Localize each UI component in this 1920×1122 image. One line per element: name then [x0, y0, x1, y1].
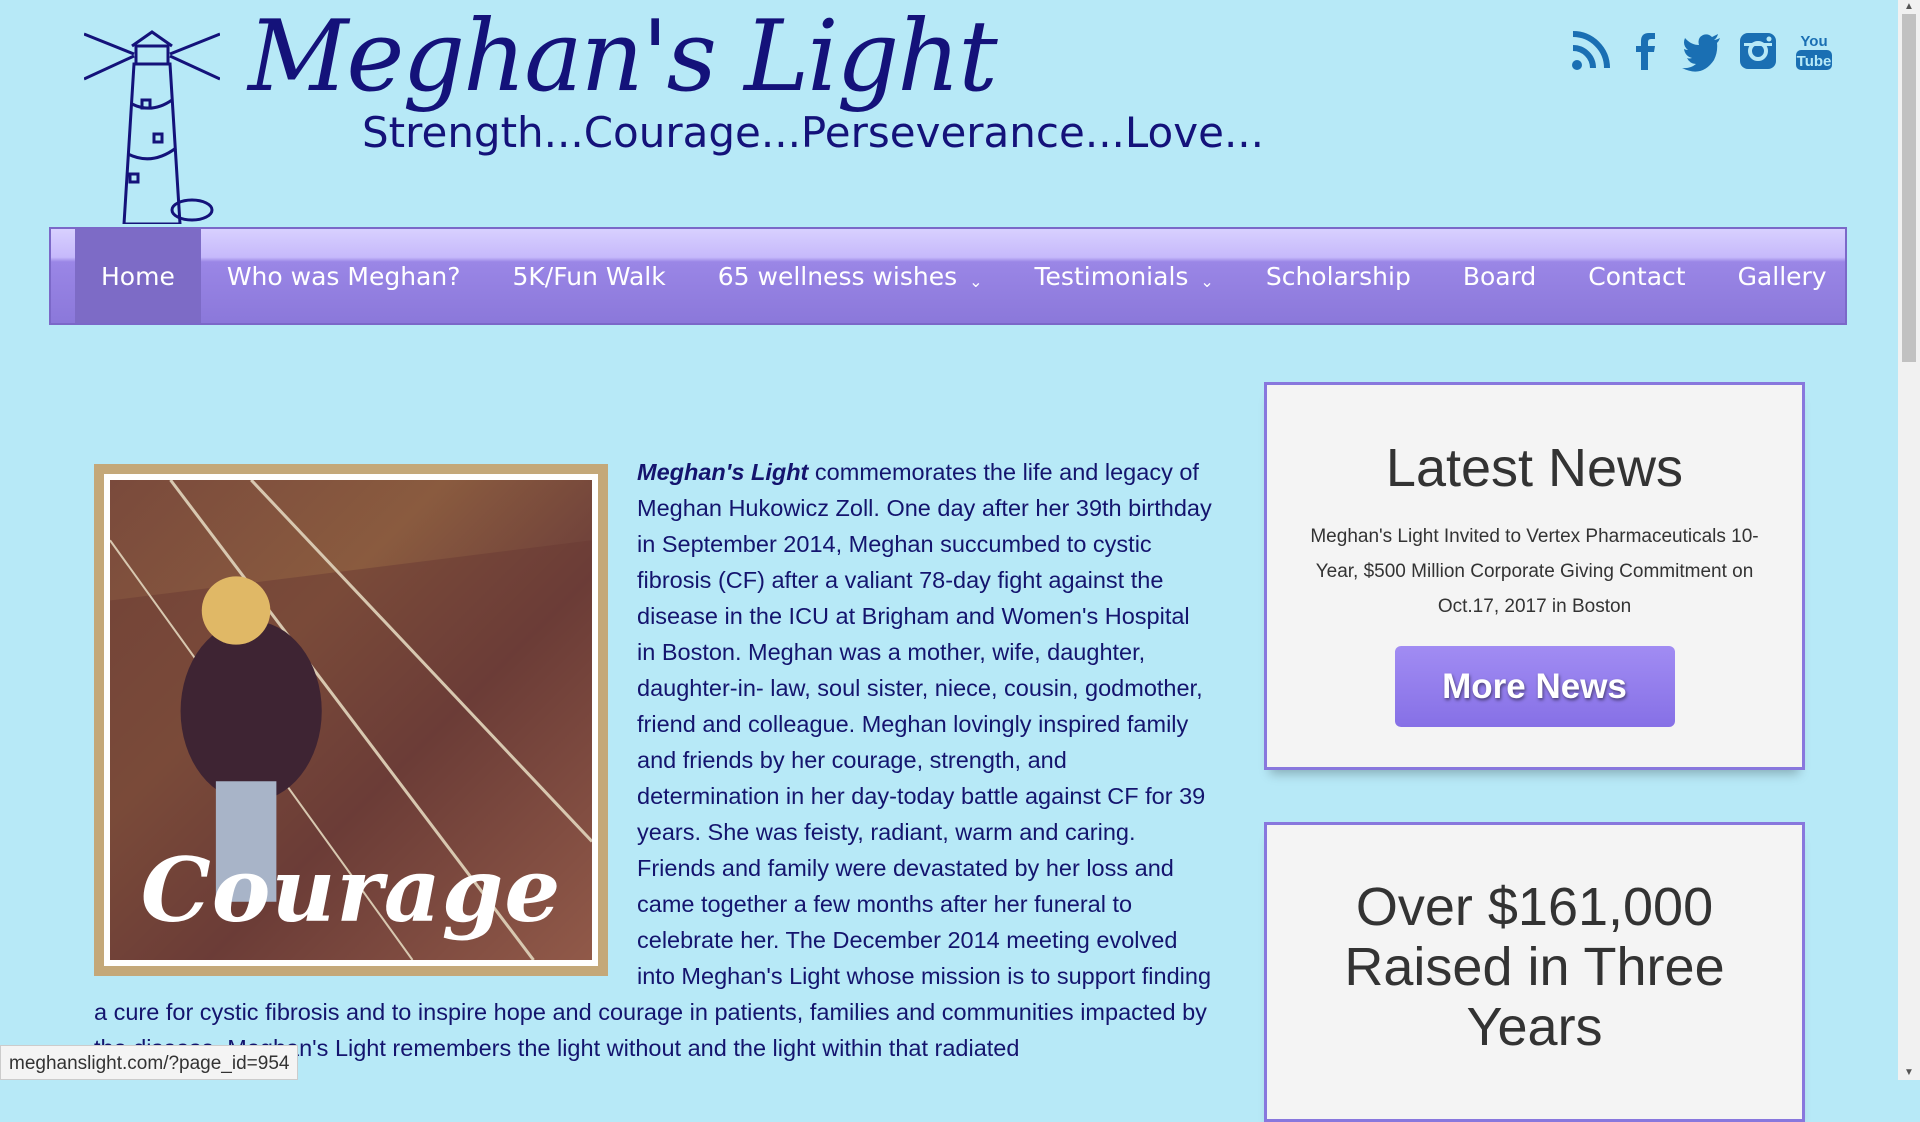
nav-item-label: Testimonials	[1034, 261, 1189, 291]
svg-text:Tube: Tube	[1797, 53, 1832, 70]
funds-raised-title: Over $161,000 Raised in Three Years	[1344, 877, 1725, 1057]
nav-item-label: Contact	[1588, 261, 1686, 291]
chevron-down-icon: ⌄	[969, 271, 983, 291]
instagram-icon[interactable]	[1738, 30, 1778, 72]
nav-item-label: 5K/Fun Walk	[512, 261, 666, 291]
nav-item-contact[interactable]: Contact	[1562, 229, 1711, 323]
nav-item-wellness-wishes[interactable]: 65 wellness wishes ⌄	[692, 229, 1009, 323]
facebook-icon[interactable]	[1626, 30, 1666, 72]
nav-item-label: Gallery	[1737, 261, 1827, 291]
status-bar-url: meghanslight.com/?page_id=954	[0, 1045, 299, 1080]
latest-news-box: Latest News Meghan's Light Invited to Ve…	[1264, 382, 1805, 770]
nav-item-label: 65 wellness wishes	[717, 261, 958, 291]
intro-article: Meghan's Light commemorates the life and…	[94, 454, 1214, 1066]
nav-item-who-was-meghan[interactable]: Who was Meghan?	[201, 229, 487, 323]
nav-item-gallery[interactable]: Gallery	[1712, 229, 1853, 323]
chevron-down-icon: ⌄	[1200, 271, 1214, 291]
nav-item-testimonials[interactable]: Testimonials ⌄	[1009, 229, 1240, 323]
main-nav: Home Who was Meghan? 5K/Fun Walk 65 well…	[49, 227, 1847, 325]
funds-raised-box: Over $161,000 Raised in Three Years	[1264, 822, 1805, 1122]
latest-news-title: Latest News	[1385, 438, 1684, 498]
site-tagline: Strength...Courage...Perseverance...Love…	[362, 108, 1264, 157]
page-scrollbar[interactable]: ▲ ▼	[1898, 0, 1920, 1080]
nav-item-label: Scholarship	[1265, 261, 1411, 291]
social-links: You Tube	[1570, 30, 1834, 72]
site-title[interactable]: Meghan's Light	[248, 0, 998, 114]
lighthouse-logo[interactable]	[83, 24, 221, 226]
scroll-down-icon[interactable]: ▼	[1898, 1066, 1920, 1080]
nav-item-board[interactable]: Board	[1437, 229, 1562, 323]
nav-item-home[interactable]: Home	[75, 229, 201, 323]
scroll-up-icon[interactable]: ▲	[1898, 0, 1920, 14]
scrollbar-thumb[interactable]	[1902, 14, 1916, 362]
twitter-icon[interactable]	[1682, 30, 1722, 72]
nav-item-scholarship[interactable]: Scholarship	[1240, 229, 1437, 323]
nav-item-label: Board	[1462, 261, 1537, 291]
svg-text:You: You	[1800, 33, 1827, 50]
article-lead: Meghan's Light	[637, 459, 809, 485]
nav-item-5k-fun-walk[interactable]: 5K/Fun Walk	[486, 229, 691, 323]
youtube-icon[interactable]: You Tube	[1794, 30, 1834, 72]
more-news-button[interactable]: More News	[1394, 646, 1675, 727]
nav-item-label: Home	[101, 261, 175, 291]
nav-item-label: Who was Meghan?	[226, 261, 461, 291]
rss-icon[interactable]	[1570, 30, 1610, 72]
latest-news-text[interactable]: Meghan's Light Invited to Vertex Pharmac…	[1297, 519, 1772, 624]
